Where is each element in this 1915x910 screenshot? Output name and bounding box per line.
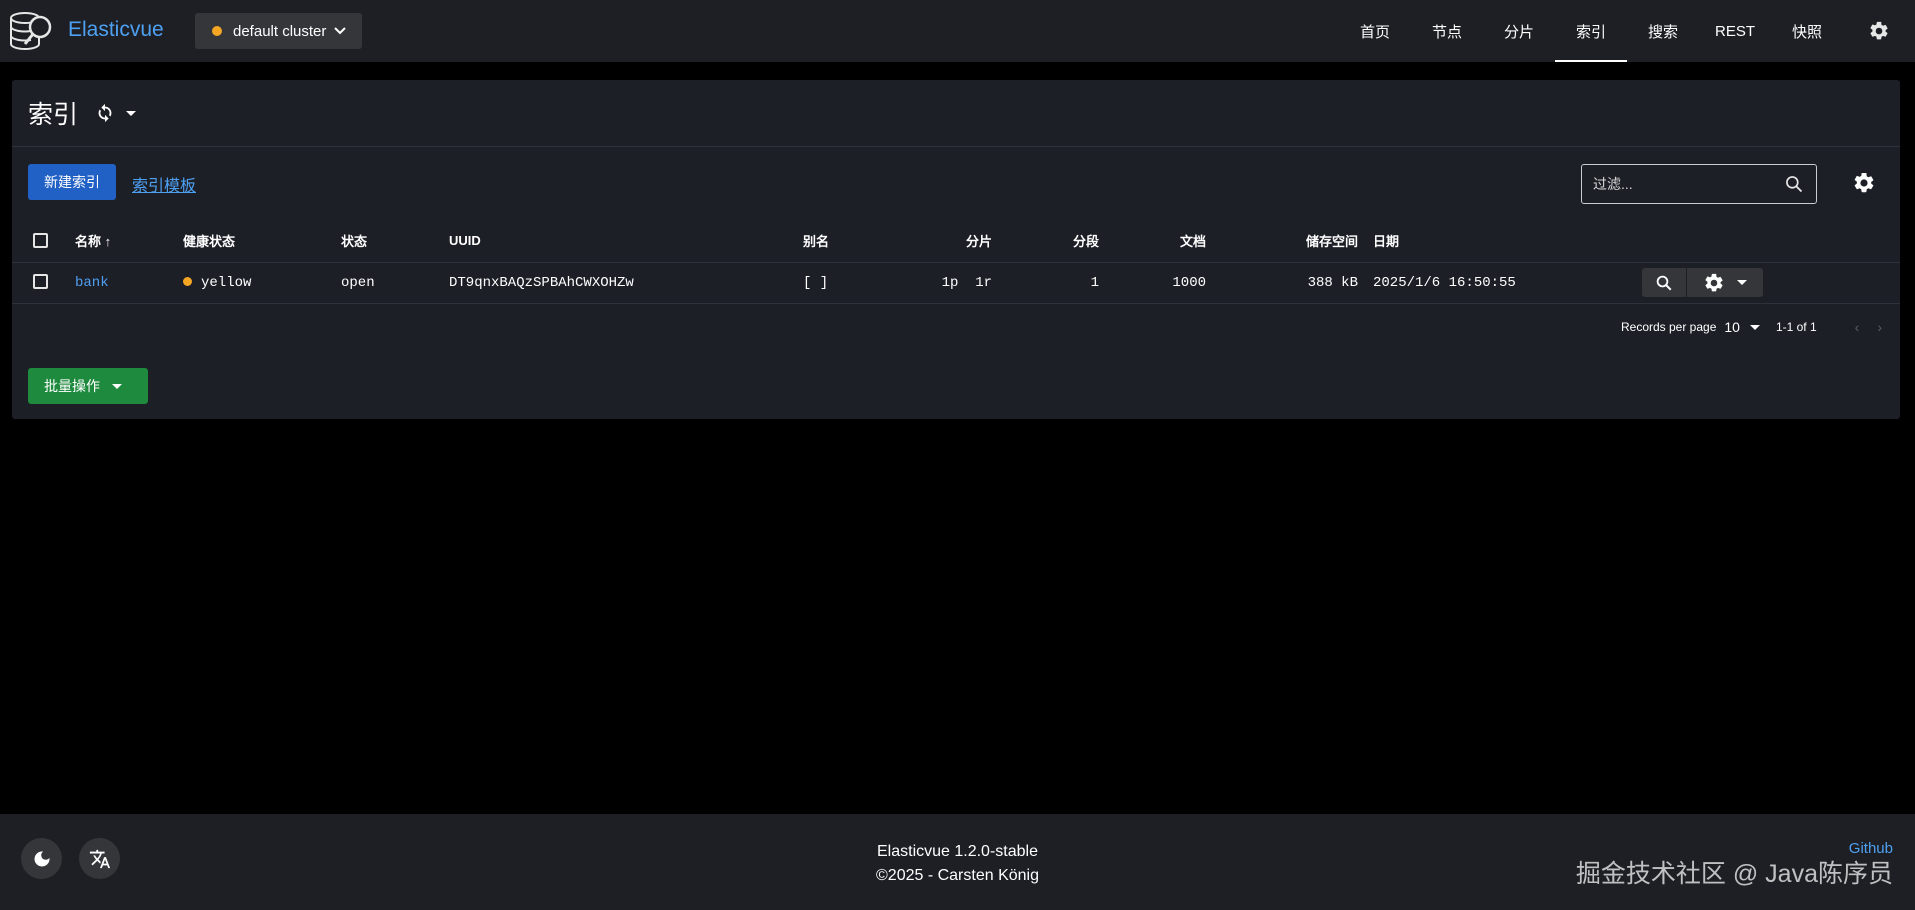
top-navbar: Elasticvue default cluster 首页 节点 分片 索引 搜… (0, 0, 1915, 62)
row-checkbox[interactable] (33, 274, 48, 290)
row-search-button[interactable] (1642, 268, 1686, 297)
card-header: 索引 (12, 80, 1900, 147)
column-header-actions (1642, 219, 1900, 263)
watermark: 掘金技术社区 @ Java陈序员 (1575, 860, 1893, 888)
next-page-icon[interactable]: › (1877, 319, 1882, 335)
table-row: bank yellow open DT9qnxBAQzSPBAhCWXOHZw … (12, 262, 1900, 304)
sort-asc-icon: ↑ (104, 233, 112, 249)
indices-card: 索引 新建索引 索引模板 名称 ↑ 健康状态 状态 UUID (12, 80, 1900, 419)
nav-rest[interactable]: REST (1699, 0, 1771, 62)
page-title: 索引 (28, 101, 79, 129)
row-options-button[interactable] (1687, 268, 1763, 297)
table-header-row: 名称 ↑ 健康状态 状态 UUID 别名 分片 分段 文档 储存空间 日期 (12, 219, 1900, 263)
filter-input[interactable] (1593, 176, 1773, 192)
column-header-date[interactable]: 日期 (1358, 219, 1642, 263)
nav-home[interactable]: 首页 (1339, 0, 1411, 62)
search-icon (1656, 275, 1672, 290)
main-nav: 首页 节点 分片 索引 搜索 REST 快照 (1339, 0, 1915, 62)
column-header-name[interactable]: 名称 ↑ (75, 219, 183, 263)
index-uuid: DT9qnxBAQzSPBAhCWXOHZw (449, 262, 803, 304)
index-name-link[interactable]: bank (75, 275, 109, 291)
settings-button[interactable] (1843, 0, 1915, 62)
cluster-status-dot (212, 26, 222, 36)
gear-icon (1870, 21, 1888, 40)
chevron-down-icon (334, 27, 347, 35)
nav-search[interactable]: 搜索 (1627, 0, 1699, 62)
bulk-actions-button[interactable]: 批量操作 (28, 368, 148, 404)
index-templates-link[interactable]: 索引模板 (132, 172, 196, 196)
index-toolbar: 新建索引 索引模板 (28, 164, 1884, 204)
column-header-shards[interactable]: 分片 (883, 219, 992, 263)
bulk-actions-label: 批量操作 (44, 378, 100, 394)
indices-table: 名称 ↑ 健康状态 状态 UUID 别名 分片 分段 文档 储存空间 日期 ba… (12, 219, 1900, 304)
index-status: open (341, 262, 449, 304)
index-primaries: 1p (941, 274, 959, 291)
caret-down-icon (1737, 280, 1747, 285)
index-docs: 1000 (1099, 262, 1206, 304)
column-header-aliases[interactable]: 别名 (803, 219, 883, 263)
refresh-icon[interactable] (94, 102, 116, 124)
cluster-selector[interactable]: default cluster (195, 13, 362, 49)
column-header-segments[interactable]: 分段 (992, 219, 1099, 263)
brand-name[interactable]: Elasticvue (68, 18, 164, 42)
health-status: yellow (201, 274, 252, 291)
filter-field[interactable] (1581, 164, 1817, 204)
elasticvue-logo-icon[interactable] (9, 8, 55, 54)
column-header-health[interactable]: 健康状态 (183, 219, 341, 263)
footer: Elasticvue 1.2.0-stable ©2025 - Carsten … (0, 814, 1915, 910)
column-header-docs[interactable]: 文档 (1099, 219, 1206, 263)
nav-shards[interactable]: 分片 (1483, 0, 1555, 62)
gear-icon (1705, 273, 1723, 291)
nav-indices[interactable]: 索引 (1555, 0, 1627, 62)
pagination: Records per page 10 1-1 of 1 ‹ › (1621, 317, 1882, 337)
select-all-checkbox[interactable] (33, 233, 48, 249)
index-date: 2025/1/6 16:50:55 (1358, 262, 1642, 304)
new-index-button[interactable]: 新建索引 (28, 164, 116, 200)
records-per-page-label: Records per page (1620, 320, 1717, 334)
row-actions (1642, 268, 1763, 297)
per-page-caret-icon[interactable] (1749, 324, 1760, 330)
search-icon (1786, 176, 1803, 193)
table-settings-gear-icon[interactable] (1852, 171, 1876, 195)
cluster-name: default cluster (233, 22, 327, 40)
index-storage: 388 kB (1206, 262, 1358, 304)
index-segments: 1 (992, 262, 1099, 304)
column-header-storage[interactable]: 储存空间 (1206, 219, 1358, 263)
refresh-options-caret-icon[interactable] (126, 110, 137, 116)
index-replicas: 1r (975, 274, 992, 291)
nav-snapshots[interactable]: 快照 (1771, 0, 1843, 62)
column-header-uuid[interactable]: UUID (449, 219, 803, 263)
column-header-status[interactable]: 状态 (341, 219, 449, 263)
nav-nodes[interactable]: 节点 (1411, 0, 1483, 62)
health-status-dot (183, 276, 192, 286)
records-per-page-select[interactable]: 10 (1724, 319, 1740, 335)
index-aliases: [ ] (803, 262, 883, 304)
caret-down-icon (112, 383, 122, 389)
prev-page-icon[interactable]: ‹ (1855, 319, 1860, 335)
page-range: 1-1 of 1 (1775, 320, 1817, 334)
